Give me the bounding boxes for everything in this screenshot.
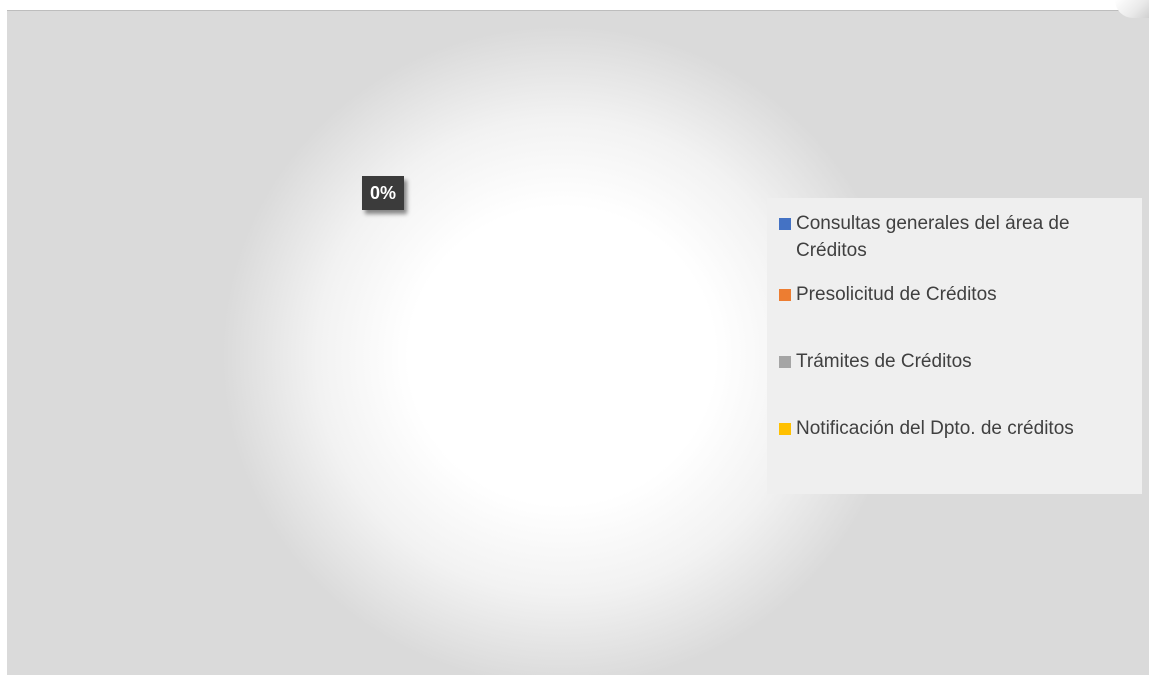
legend-swatch bbox=[779, 423, 791, 435]
legend-swatch bbox=[779, 289, 791, 301]
legend-item: Trámites de Créditos bbox=[779, 348, 1134, 375]
legend: Consultas generales del área de Créditos… bbox=[767, 198, 1142, 494]
data-label: 0% bbox=[362, 176, 405, 210]
legend-swatch bbox=[779, 356, 791, 368]
legend-label: Presolicitud de Créditos bbox=[796, 284, 997, 305]
page: 0% Consultas generales del área de Crédi… bbox=[0, 0, 1149, 677]
legend-swatch bbox=[779, 218, 791, 230]
legend-label: Trámites de Créditos bbox=[796, 351, 972, 372]
chart-area: 0% Consultas generales del área de Crédi… bbox=[7, 10, 1149, 675]
legend-item: Presolicitud de Créditos bbox=[779, 281, 1134, 308]
legend-item: Notificación del Dpto. de créditos bbox=[779, 415, 1134, 442]
legend-label: Consultas generales del área de Créditos bbox=[796, 213, 1070, 261]
legend-item: Consultas generales del área de Créditos bbox=[779, 210, 1134, 264]
legend-label: Notificación del Dpto. de créditos bbox=[796, 418, 1074, 439]
